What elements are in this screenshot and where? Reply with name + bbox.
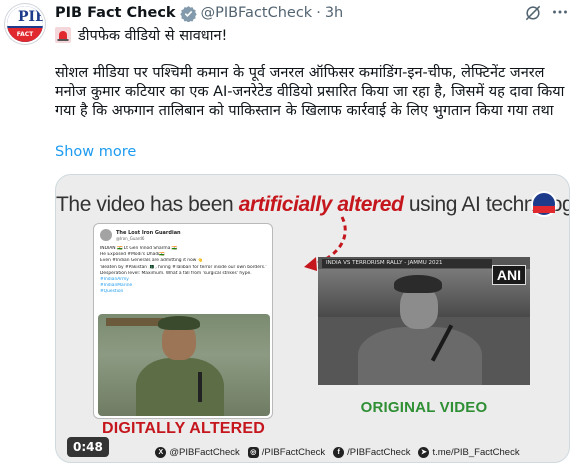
officer-body [358,327,482,385]
facebook-icon: f [333,446,345,458]
inner-post-header: The Lost Iron Guardian @Iron_Guard6 [100,229,181,241]
pib-logo-icon [531,191,557,217]
altered-post-card: The Lost Iron Guardian @Iron_Guard6 INDI… [93,223,273,419]
telegram-icon: ➤ [418,446,430,458]
tweet-header: PIB Fact Check @PIBFactCheck · 3h [55,3,343,23]
officer-beret [394,275,442,293]
subject-text: डीपफेक वीडियो से सावधान! [78,28,228,44]
video-title-before: The video has been [56,193,239,216]
footer-instagram-text: /PIBFactCheck [261,446,326,458]
instagram-icon: ◎ [247,446,259,458]
author-avatar[interactable]: PIB FACT CHECK [5,4,45,44]
footer-telegram: ➤ t.me/PIB_FactCheck [418,446,520,458]
footer-instagram: ◎ /PIBFactCheck [247,446,326,458]
avatar-band-text: FACT CHECK [7,28,43,42]
tweet-timestamp[interactable]: 3h [325,5,343,21]
video-duration-badge: 0:48 [67,437,109,457]
officer-beret [158,316,200,330]
footer-facebook-text: /PIBFactCheck [347,446,411,458]
inner-post-hashtag: #Question [100,289,124,295]
inner-post-line: 'Beaten by #Pakistan 🇵🇰 , hiring #Taliba… [100,264,267,270]
verified-badge-icon [179,5,197,22]
more-options-icon[interactable] [549,1,571,23]
footer-twitter-text: @PIBFactCheck [169,446,240,458]
social-handles-footer: X @PIBFactCheck ◎ /PIBFactCheck f /PIBFa… [56,441,569,462]
siren-emoji-icon [55,27,71,43]
grok-icon[interactable] [523,3,543,23]
microphone [198,372,202,402]
tweet-subject: डीपफेक वीडियो से सावधान! [55,25,227,45]
inner-post-handle: @Iron_Guard6 [116,235,145,241]
header-separator: · [316,5,321,21]
inner-post-avatar [100,229,112,241]
tweet-video[interactable]: The video has been artificially altered … [55,174,570,463]
footer-facebook: f /PIBFactCheck [333,446,411,458]
avatar-logo-text: PIB [18,9,45,25]
footer-twitter: X @PIBFactCheck [155,446,240,458]
original-video-frame: INDIA VS TERRORISM RALLY - JAMMU 2021 AN… [318,257,530,385]
inner-post-text: INDIAN 🇮🇳 Lt Gen Vinod Sharma 🇮🇳 He Expo… [100,246,268,296]
original-video-label: ORIGINAL VIDEO [360,399,488,416]
inner-post-name: The Lost Iron Guardian [116,229,181,236]
altered-video-frame [98,314,270,416]
original-banner-text: INDIA VS TERRORISM RALLY - JAMMU 2021 [322,259,492,268]
inner-post-identity: The Lost Iron Guardian @Iron_Guard6 [116,230,181,241]
ani-logo: ANI [491,265,526,285]
twitter-x-icon: X [155,446,167,458]
author-handle[interactable]: @PIBFactCheck [201,5,313,21]
officer-body [136,358,224,416]
tweet-body: सोशल मीडिया पर पश्चिमी कमान के पूर्व जनर… [55,65,565,119]
footer-telegram-text: t.me/PIB_FactCheck [432,446,520,458]
pib-logo-band [533,206,555,213]
digitally-altered-label: DIGITALLY ALTERED [101,420,266,437]
show-more-link[interactable]: Show more [55,144,136,160]
author-name[interactable]: PIB Fact Check [55,5,176,21]
